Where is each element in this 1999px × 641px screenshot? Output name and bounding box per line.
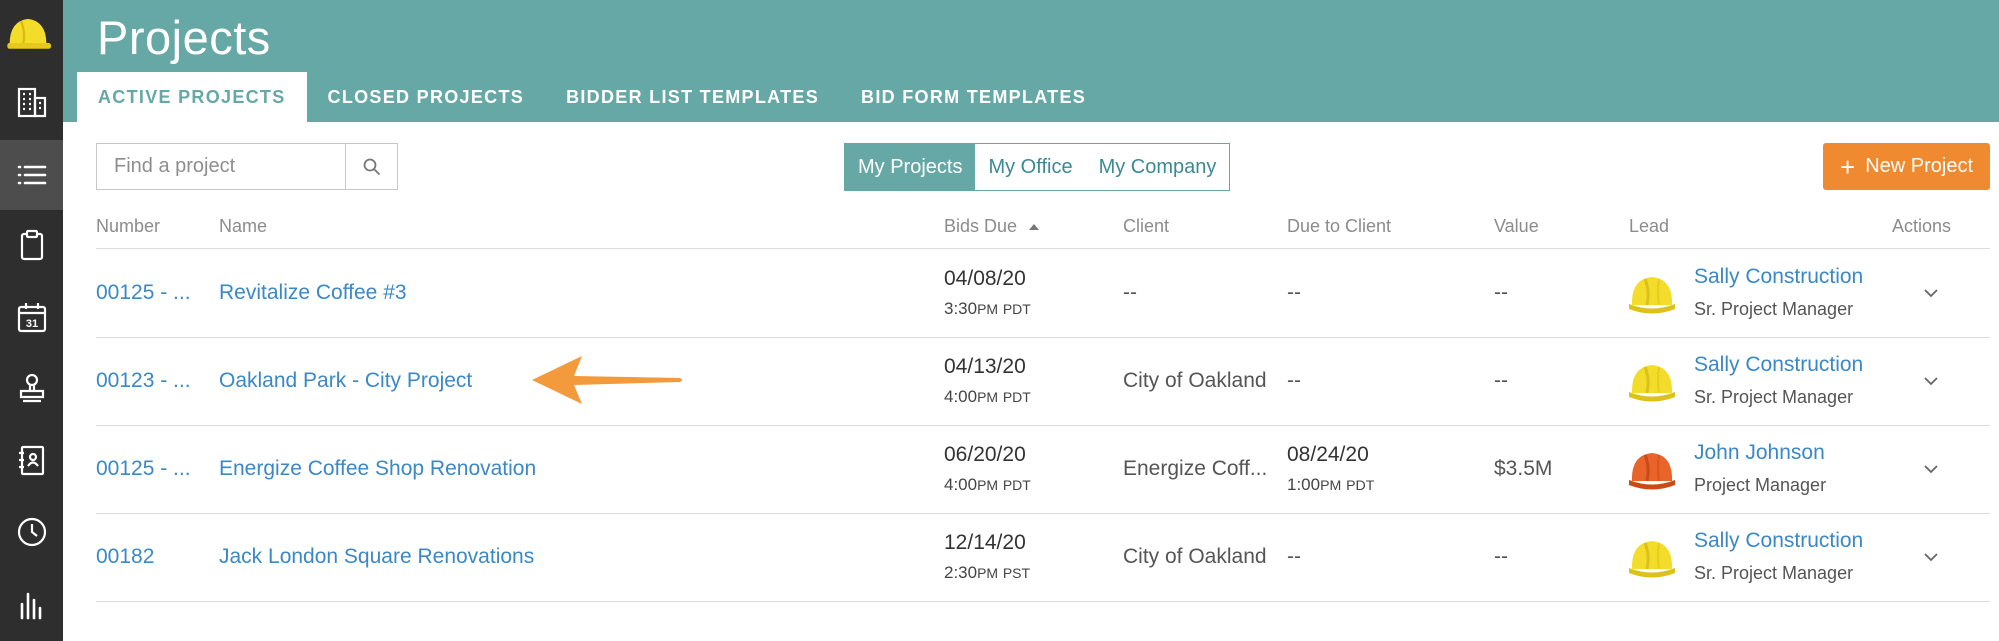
new-project-label: New Project (1865, 155, 1973, 177)
tab-bidder-list-templates[interactable]: BIDDER LIST TEMPLATES (545, 72, 840, 122)
chevron-down-icon[interactable] (1920, 549, 1942, 565)
lead-role: Project Manager (1694, 475, 1827, 495)
lead-name-link[interactable]: John Johnson (1694, 441, 1825, 465)
bids-due-ampm: PM (977, 301, 999, 317)
lead-name-link[interactable]: Sally Construction (1694, 265, 1863, 289)
project-number-link[interactable]: 00125 - ... (96, 457, 191, 481)
hard-hat-logo-icon[interactable] (0, 0, 63, 70)
column-number[interactable]: Number (96, 216, 160, 237)
chevron-down-icon[interactable] (1920, 373, 1942, 389)
lead-role: Sr. Project Manager (1694, 299, 1854, 319)
list-icon[interactable] (0, 140, 63, 210)
lead-role: Sr. Project Manager (1694, 563, 1854, 583)
bids-due-time-value: 2:30 (944, 563, 978, 582)
project-name-link[interactable]: Energize Coffee Shop Renovation (219, 457, 536, 481)
building-icon[interactable] (0, 67, 63, 137)
tab-bid-form-templates[interactable]: BID FORM TEMPLATES (840, 72, 1107, 122)
due-to-client-date: -- (1287, 281, 1301, 304)
search-button[interactable] (345, 143, 398, 190)
project-value: -- (1494, 281, 1508, 304)
client-name: -- (1123, 281, 1137, 304)
column-due-to-client[interactable]: Due to Client (1287, 216, 1391, 237)
bids-due-time: 2:30PM PST (944, 563, 1030, 583)
sort-ascending-icon (1029, 224, 1040, 231)
lead-avatar-hard-hat-icon (1629, 453, 1675, 490)
due-to-client-timezone: PDT (1346, 478, 1375, 494)
due-to-client-date: 08/24/20 (1287, 443, 1369, 466)
bids-due-time-value: 4:00 (944, 387, 978, 406)
bids-due-timezone: PDT (1002, 301, 1031, 317)
search-input[interactable] (96, 143, 345, 190)
due-to-client-ampm: PM (1320, 478, 1342, 494)
search-box (96, 143, 398, 190)
bids-due-date: 06/20/20 (944, 443, 1026, 466)
project-value: $3.5M (1494, 457, 1553, 480)
lead-name-link[interactable]: Sally Construction (1694, 353, 1863, 377)
lead-role: Sr. Project Manager (1694, 387, 1854, 407)
tab-closed-projects[interactable]: CLOSED PROJECTS (307, 72, 546, 122)
column-lead[interactable]: Lead (1629, 216, 1669, 237)
table-row[interactable]: 00123 - ... Oakland Park - City Project … (0, 337, 1999, 425)
chevron-down-icon[interactable] (1920, 285, 1942, 301)
project-number-link[interactable]: 00182 (96, 545, 154, 569)
bids-due-time: 3:30PM PDT (944, 299, 1031, 319)
chevron-down-icon[interactable] (1920, 461, 1942, 477)
table-row[interactable]: 00182 Jack London Square Renovations 12/… (0, 513, 1999, 601)
bids-due-time-value: 4:00 (944, 475, 978, 494)
column-bids-due[interactable]: Bids Due (944, 216, 1040, 237)
bids-due-date: 04/08/20 (944, 267, 1026, 290)
project-value: -- (1494, 545, 1508, 568)
page-title: Projects (97, 11, 271, 64)
column-name[interactable]: Name (219, 216, 267, 237)
due-to-client-time: 1:00PM PDT (1287, 475, 1374, 495)
bids-due-time: 4:00PM PDT (944, 475, 1031, 495)
project-name-link[interactable]: Oakland Park - City Project (219, 369, 472, 393)
table-row[interactable]: 00125 - ... Revitalize Coffee #3 04/08/2… (0, 249, 1999, 337)
bids-due-time-value: 3:30 (944, 299, 978, 318)
bids-due-ampm: PM (977, 477, 999, 493)
scope-my-projects[interactable]: My Projects (845, 144, 976, 190)
page-header: Projects ACTIVE PROJECTS CLOSED PROJECTS… (63, 0, 1999, 122)
bids-due-timezone: PDT (1002, 477, 1031, 493)
search-icon (363, 158, 380, 175)
project-value: -- (1494, 369, 1508, 392)
client-name: City of Oakland (1123, 545, 1267, 568)
project-name-link[interactable]: Revitalize Coffee #3 (219, 281, 407, 305)
table-row[interactable]: 00125 - ... Energize Coffee Shop Renovat… (0, 425, 1999, 513)
project-number-link[interactable]: 00123 - ... (96, 369, 191, 393)
lead-avatar-hard-hat-icon (1629, 365, 1675, 402)
column-client[interactable]: Client (1123, 216, 1169, 237)
project-number-link[interactable]: 00125 - ... (96, 281, 191, 305)
tab-active-projects[interactable]: ACTIVE PROJECTS (77, 72, 307, 122)
lead-name-link[interactable]: Sally Construction (1694, 529, 1863, 553)
client-name: City of Oakland (1123, 369, 1267, 392)
client-name: Energize Coff... (1123, 457, 1268, 480)
bids-due-date: 04/13/20 (944, 355, 1026, 378)
divider (96, 601, 1990, 602)
project-scope-toggle: My Projects My Office My Company (844, 143, 1231, 191)
bids-due-timezone: PDT (1002, 389, 1031, 405)
tab-bar: ACTIVE PROJECTS CLOSED PROJECTS BIDDER L… (77, 72, 1107, 122)
bids-due-date: 12/14/20 (944, 531, 1026, 554)
column-actions: Actions (1892, 216, 1952, 236)
lead-avatar-hard-hat-icon (1629, 277, 1675, 314)
column-bids-due-label: Bids Due (944, 216, 1018, 236)
project-name-link[interactable]: Jack London Square Renovations (219, 545, 534, 569)
bids-due-ampm: PM (977, 565, 999, 581)
lead-avatar-hard-hat-icon (1629, 541, 1675, 578)
due-to-client-date: -- (1287, 369, 1301, 392)
column-value[interactable]: Value (1494, 216, 1539, 237)
scope-my-office[interactable]: My Office (975, 144, 1085, 190)
scope-my-company[interactable]: My Company (1086, 144, 1230, 190)
plus-icon: + (1840, 151, 1856, 182)
bids-due-ampm: PM (977, 389, 999, 405)
bids-due-time: 4:00PM PDT (944, 387, 1031, 407)
new-project-button[interactable]: + New Project (1823, 143, 1990, 190)
annotation-arrow-icon (532, 356, 682, 404)
due-to-client-time-value: 1:00 (1287, 475, 1321, 494)
due-to-client-date: -- (1287, 545, 1301, 568)
bids-due-timezone: PST (1002, 565, 1031, 581)
